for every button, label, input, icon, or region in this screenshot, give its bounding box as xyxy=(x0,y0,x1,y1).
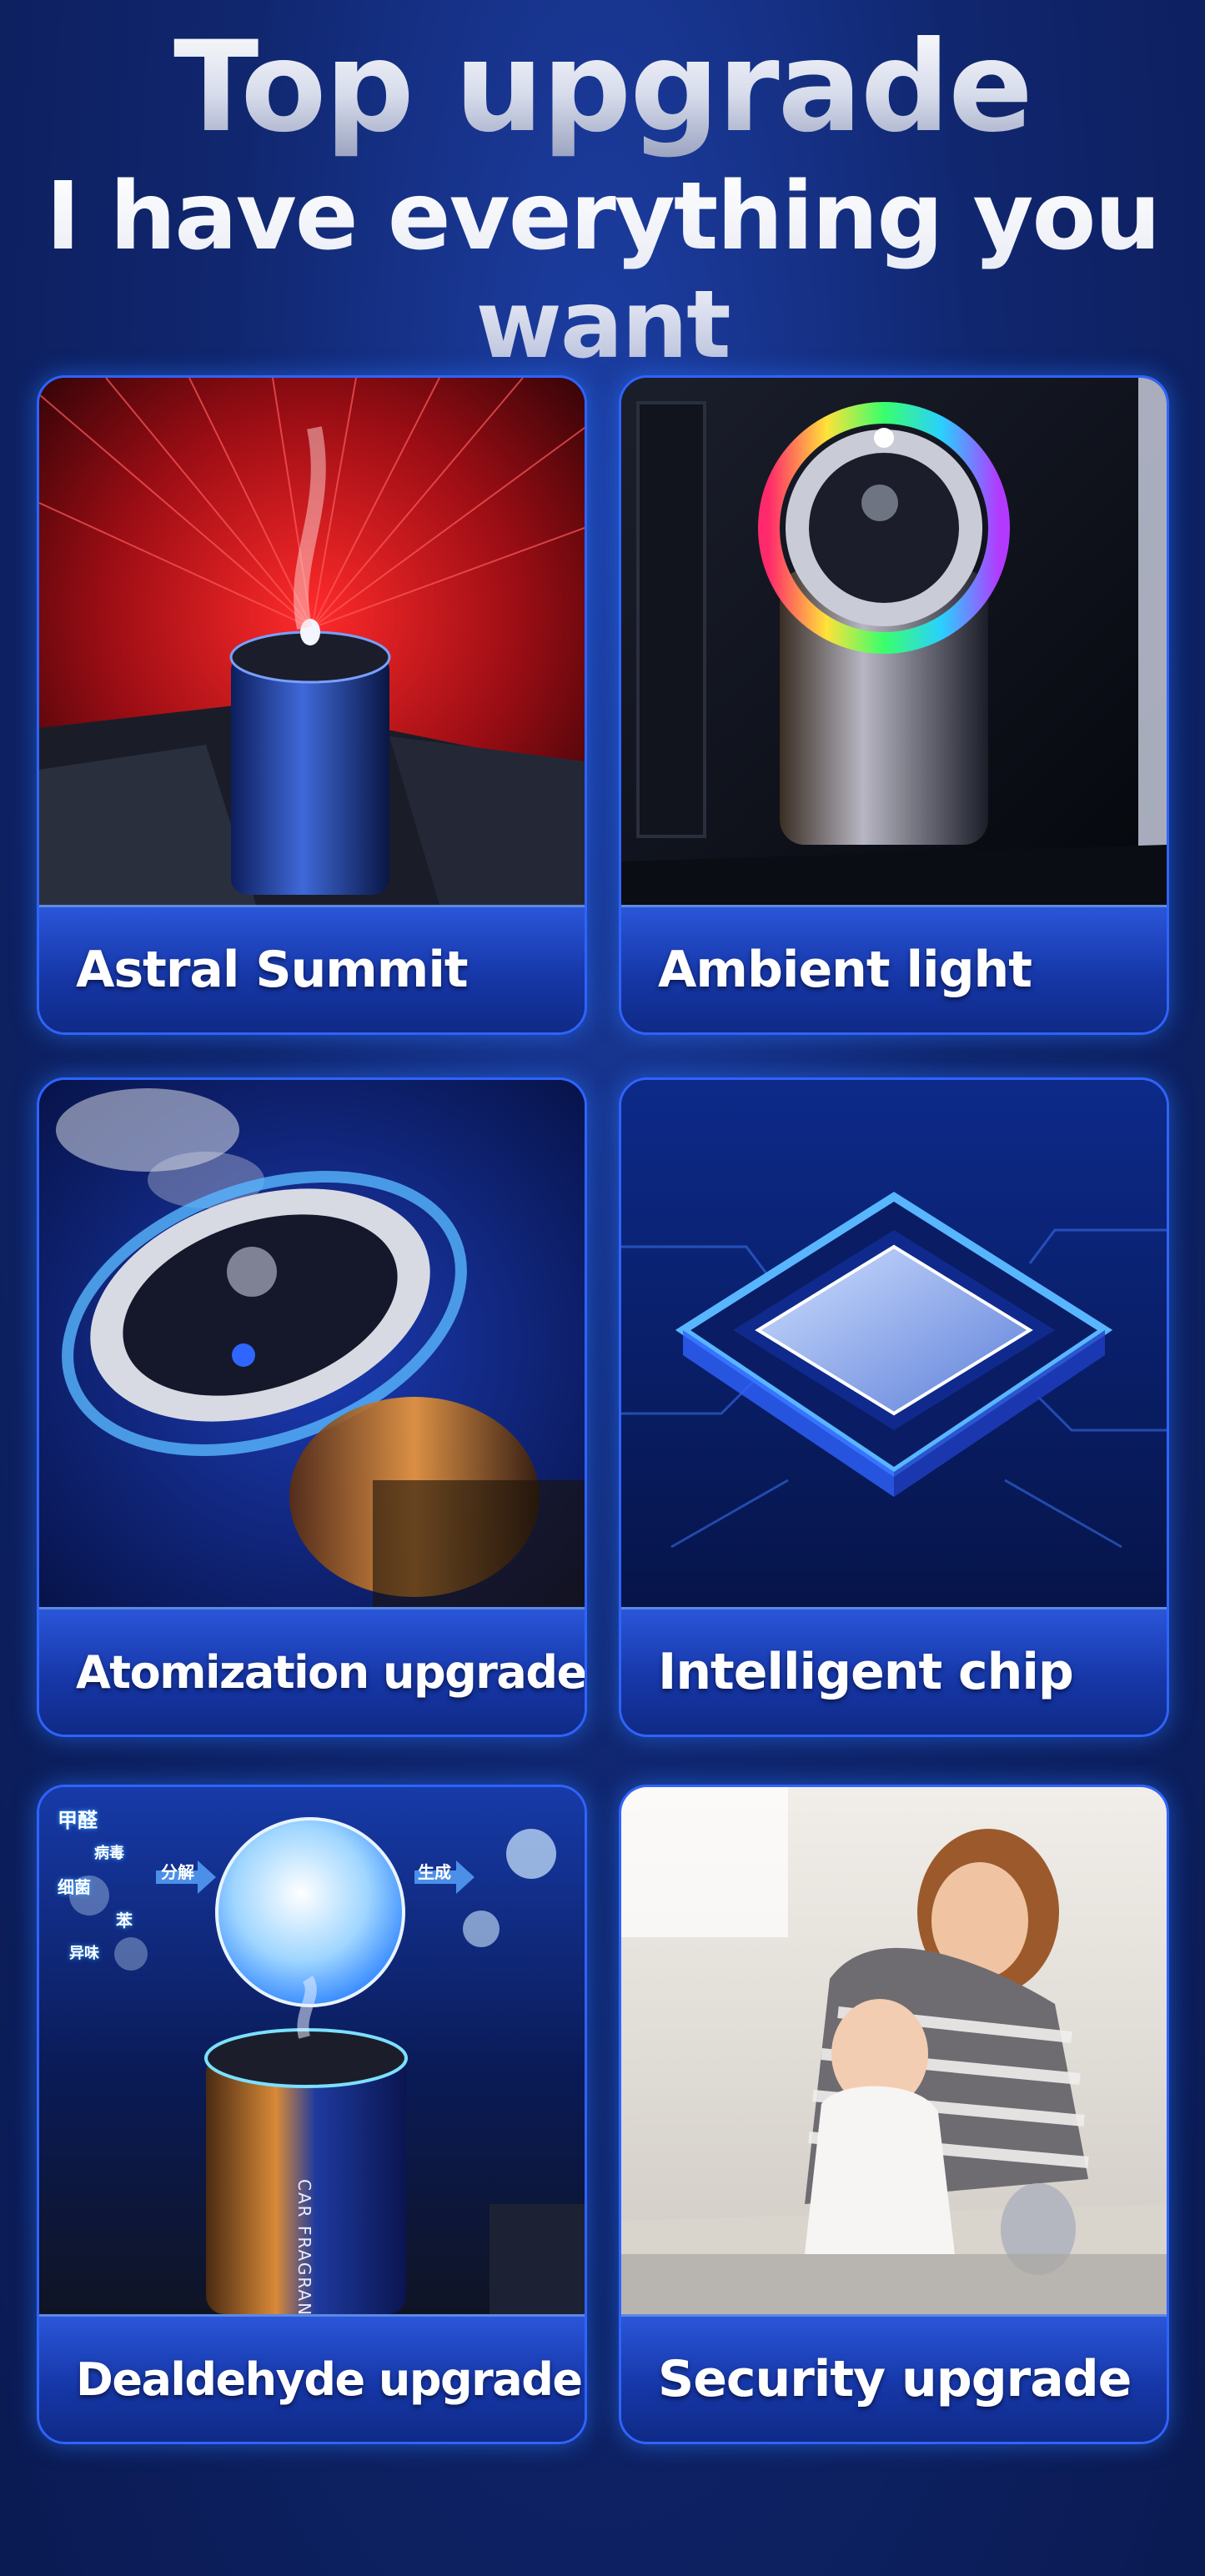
ambient-light-image xyxy=(621,378,1167,905)
label-bar: Atomization upgrade xyxy=(39,1607,585,1735)
arrow-label-generate: 生成 xyxy=(418,1862,451,1882)
label-bar: Security upgrade xyxy=(621,2314,1167,2442)
feature-label: Ambient light xyxy=(658,941,1032,999)
security-image xyxy=(621,1787,1167,2314)
label-bar: Ambient light xyxy=(621,905,1167,1032)
page-title: Top upgrade xyxy=(0,17,1205,158)
diagram-label: 细菌 xyxy=(58,1877,91,1897)
astral-summit-image xyxy=(39,378,585,905)
page-subtitle: I have everything you want xyxy=(0,163,1205,379)
diagram-label: 甲醛 xyxy=(58,1809,98,1832)
feature-card-astral-summit: Astral Summit xyxy=(37,375,587,1035)
feature-card-dealdehyde-upgrade: 甲醛 病毒 细菌 苯 异味 分解 生成 CAR FRAGRANCE Dealde… xyxy=(37,1785,587,2444)
intelligent-chip-image xyxy=(621,1080,1167,1607)
feature-label: Security upgrade xyxy=(658,2350,1132,2408)
feature-card-atomization-upgrade: Atomization upgrade xyxy=(37,1077,587,1737)
feature-card-security-upgrade: Security upgrade xyxy=(619,1785,1169,2444)
label-bar: Intelligent chip xyxy=(621,1607,1167,1735)
diagram-label: 苯 xyxy=(116,1911,133,1931)
feature-label: Astral Summit xyxy=(76,941,469,999)
feature-card-intelligent-chip: Intelligent chip xyxy=(619,1077,1169,1737)
feature-label: Intelligent chip xyxy=(658,1643,1074,1701)
feature-card-ambient-light: Ambient light xyxy=(619,375,1169,1035)
atomization-image xyxy=(39,1080,585,1607)
diagram-label: 病毒 xyxy=(94,1845,124,1862)
diagram-labels: 甲醛 病毒 细菌 苯 异味 xyxy=(58,1804,133,1971)
feature-label: Atomization upgrade xyxy=(76,1645,586,1699)
label-bar: Dealdehyde upgrade xyxy=(39,2314,585,2442)
diagram-label: 异味 xyxy=(69,1945,99,1962)
label-bar: Astral Summit xyxy=(39,905,585,1032)
arrow-label-decompose: 分解 xyxy=(161,1862,194,1882)
feature-label: Dealdehyde upgrade xyxy=(76,2353,583,2406)
